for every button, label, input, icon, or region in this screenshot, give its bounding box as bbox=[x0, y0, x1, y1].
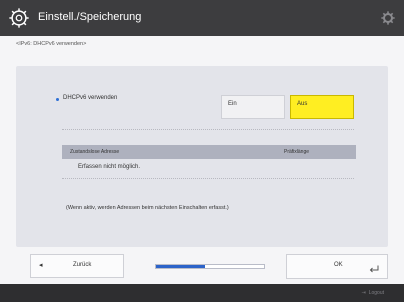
back-arrow-icon: ◂ bbox=[39, 262, 43, 269]
progress-fill bbox=[156, 265, 205, 268]
logout-label: Logout bbox=[368, 290, 384, 296]
divider bbox=[62, 129, 354, 130]
gear-icon[interactable] bbox=[380, 10, 396, 26]
on-button[interactable]: Ein bbox=[221, 95, 285, 119]
back-button[interactable]: ◂ Zurück bbox=[30, 254, 124, 278]
window-title: Einstell./Speicherung bbox=[38, 11, 142, 23]
enter-icon bbox=[369, 265, 379, 273]
table-header: Zustandslose Adresse Präfixlänge bbox=[62, 145, 356, 159]
ok-button[interactable]: OK bbox=[286, 254, 388, 279]
gear-wrench-icon bbox=[9, 8, 29, 28]
table-row: Erfassen nicht möglich. bbox=[78, 164, 141, 170]
column-header-prefix: Präfixlänge bbox=[284, 149, 310, 155]
ok-label: OK bbox=[334, 262, 343, 268]
progress-bar bbox=[155, 264, 265, 269]
bullet-icon bbox=[56, 98, 59, 101]
bottom-bar: ◂ Zurück OK bbox=[16, 254, 388, 279]
footer-bar: ⇥ Logout bbox=[0, 284, 404, 302]
back-label: Zurück bbox=[73, 262, 92, 268]
divider bbox=[62, 178, 354, 179]
title-bar: Einstell./Speicherung bbox=[0, 0, 404, 36]
option-label: DHCPv6 verwenden bbox=[63, 95, 118, 101]
breadcrumb: <IPv6: DHCPv6 verwenden> bbox=[16, 41, 87, 47]
off-button[interactable]: Aus bbox=[290, 95, 354, 119]
column-header-address: Zustandslose Adresse bbox=[70, 149, 120, 155]
logout-button[interactable]: ⇥ Logout bbox=[362, 290, 385, 296]
info-note: (Wenn aktiv, werden Adressen beim nächst… bbox=[66, 205, 229, 211]
logout-icon: ⇥ bbox=[361, 290, 366, 296]
settings-panel: DHCPv6 verwenden Ein Aus Zustandslose Ad… bbox=[16, 66, 388, 247]
